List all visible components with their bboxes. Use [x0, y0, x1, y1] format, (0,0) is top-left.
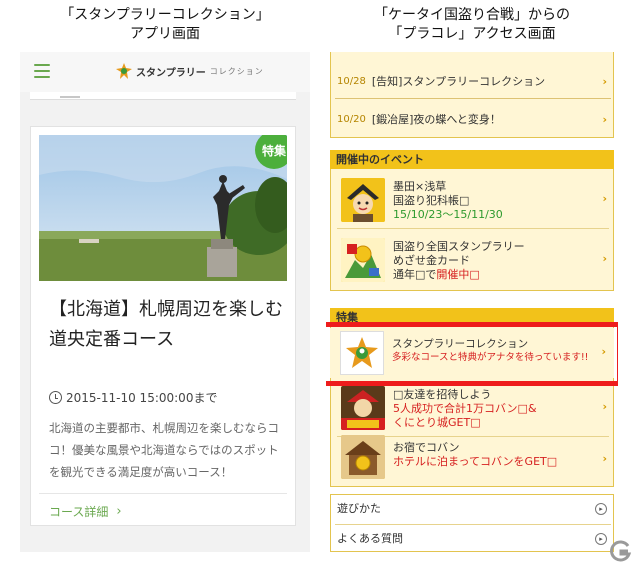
- feature-title: お宿でコバン: [393, 441, 460, 454]
- course-deadline: 2015-11-10 15:00:00まで: [49, 389, 217, 406]
- event-text: 国盗り全国スタンプラリー めざせ金カード 通年□で開催中□: [393, 240, 525, 282]
- news-list: 10/28 [告知]スタンプラリーコレクション › 10/20 [鍛冶屋]夜の蝶…: [330, 52, 614, 138]
- chevron-right-icon: ›: [602, 192, 607, 205]
- chevron-right-icon: ›: [602, 400, 607, 413]
- event-period: 通年□で開催中□: [393, 268, 525, 282]
- feature-subtitle: 多彩なコースと特典がアナタを待っています!!: [392, 352, 589, 363]
- chevron-right-icon: ›: [602, 74, 607, 88]
- feature-thumbnail: [341, 386, 385, 430]
- site-watermark-icon: [610, 540, 632, 562]
- stamp-logo-icon: [346, 337, 378, 368]
- menu-item-label: よくある質問: [337, 532, 403, 545]
- course-photo: 特集: [39, 135, 287, 281]
- feature-text: □友達を招待しよう 5人成功で合計1万コバン□& くにとり城GET□: [393, 388, 537, 430]
- feature-item-invite-friends[interactable]: □友達を招待しよう 5人成功で合計1万コバン□& くにとり城GET□ ›: [337, 379, 609, 437]
- right-caption-line2: 「プラコレ」アクセス画面: [388, 26, 556, 42]
- chevron-right-icon: ›: [602, 112, 607, 126]
- feature-subtitle: ホテルに泊まってコバンをGET□: [393, 455, 558, 468]
- feature-item-stamp-collection[interactable]: スタンプラリーコレクション 多彩なコースと特典がアナタを待っています!! ›: [330, 328, 614, 378]
- clock-icon: [49, 391, 62, 404]
- feature-item-hotel-koban[interactable]: お宿でコバン ホテルに泊まってコバンをGET□ ›: [337, 431, 609, 483]
- left-caption-line2: アプリ画面: [130, 26, 200, 42]
- event-status: 開催中□: [436, 268, 480, 281]
- news-title: [告知]スタンプラリーコレクション: [371, 75, 546, 88]
- course-card[interactable]: 特集 【北海道】札幌周辺を楽しむ道央定番コース 2015-11-10 15:00…: [30, 126, 296, 526]
- event-period: 15/10/23〜15/11/30: [393, 208, 503, 221]
- help-menu: 遊びかた ▸ よくある質問 ▸: [330, 494, 614, 552]
- brand-main-text: スタンプラリー: [136, 67, 206, 79]
- stamp-collection-logo: [340, 331, 384, 375]
- event-item-sumida[interactable]: 墨田×浅草 国盗り犯科帳□ 15/10/23〜15/11/30 ›: [337, 171, 609, 229]
- event-item-stamp-rally[interactable]: 国盗り全国スタンプラリー めざせ金カード 通年□で開催中□ ›: [337, 231, 609, 289]
- feature-section-header: 特集: [330, 308, 614, 327]
- statue-landscape-image: [39, 135, 287, 281]
- left-caption: 「スタンプラリーコレクション」 アプリ画面: [20, 6, 310, 44]
- stamp-logo-icon: [116, 63, 132, 79]
- feature-subtitle-2: くにとり城GET□: [393, 416, 481, 429]
- news-item[interactable]: 10/20 [鍛冶屋]夜の蝶へと変身！ ›: [337, 102, 607, 136]
- kunitori-app-screen: 10/28 [告知]スタンプラリーコレクション › 10/20 [鍛冶屋]夜の蝶…: [326, 52, 618, 552]
- right-caption-line1: 「ケータイ国盗り合戦」からの: [374, 7, 570, 23]
- event-thumbnail: [341, 178, 385, 222]
- chevron-right-icon: ›: [601, 345, 606, 358]
- feature-subtitle: 5人成功で合計1万コバン□&: [393, 402, 537, 415]
- previous-card-edge: [30, 92, 296, 100]
- event-thumbnail: [341, 238, 385, 282]
- app-brand: スタンプラリー コレクション: [116, 63, 264, 79]
- course-description: 北海道の主要都市、札幌周辺を楽しむならココ！優美な風景や北海道ならではのスポット…: [49, 421, 279, 479]
- hamburger-menu-icon[interactable]: [34, 64, 50, 78]
- feature-title: □友達を招待しよう: [393, 388, 492, 401]
- course-detail-link[interactable]: コース詳細 ›: [49, 503, 122, 520]
- chevron-right-icon: ›: [116, 504, 122, 519]
- event-subtitle: めざせ金カード: [393, 254, 470, 267]
- news-date: 10/28: [337, 75, 366, 87]
- events-list: 墨田×浅草 国盗り犯科帳□ 15/10/23〜15/11/30 › 国盗り全国ス…: [330, 169, 614, 291]
- menu-item-faq[interactable]: よくある質問 ▸: [337, 525, 609, 552]
- stamp-rally-app-screen: スタンプラリー コレクション 特集 【北海道】札幌周辺を楽しむ道央定番コース 2…: [20, 52, 310, 552]
- chevron-right-icon: ›: [602, 252, 607, 265]
- course-deadline-text: 2015-11-10 15:00:00まで: [66, 391, 218, 405]
- news-date: 10/20: [337, 113, 366, 125]
- feature-thumbnail: [341, 435, 385, 479]
- card-divider: [39, 493, 287, 494]
- menu-item-how-to-play[interactable]: 遊びかた ▸: [337, 495, 609, 523]
- event-title: 国盗り全国スタンプラリー: [393, 240, 525, 253]
- menu-item-label: 遊びかた: [337, 502, 381, 515]
- feature-text: スタンプラリーコレクション 多彩なコースと特典がアナタを待っています!!: [392, 337, 588, 365]
- left-caption-line1: 「スタンプラリーコレクション」: [60, 7, 270, 23]
- events-section-header: 開催中のイベント: [330, 150, 614, 169]
- right-caption: 「ケータイ国盗り合戦」からの 「プラコレ」アクセス画面: [326, 6, 618, 44]
- app-header: スタンプラリー コレクション: [20, 52, 310, 92]
- course-title[interactable]: 【北海道】札幌周辺を楽しむ道央定番コース: [49, 295, 289, 355]
- feature-title: スタンプラリーコレクション: [392, 338, 529, 350]
- feature-text: お宿でコバン ホテルに泊まってコバンをGET□: [393, 441, 557, 469]
- event-period-text: 通年□で: [393, 268, 437, 281]
- play-circle-icon: ▸: [595, 533, 607, 545]
- news-title: [鍛冶屋]夜の蝶へと変身！: [371, 113, 501, 126]
- play-circle-icon: ▸: [595, 503, 607, 515]
- chevron-right-icon: ›: [602, 452, 607, 465]
- event-text: 墨田×浅草 国盗り犯科帳□ 15/10/23〜15/11/30: [393, 180, 503, 222]
- brand-sub-text: コレクション: [209, 66, 264, 76]
- news-divider: [335, 98, 611, 99]
- event-subtitle: 国盗り犯科帳□: [393, 194, 470, 207]
- event-title: 墨田×浅草: [393, 180, 447, 193]
- news-item[interactable]: 10/28 [告知]スタンプラリーコレクション ›: [337, 64, 607, 98]
- course-detail-label: コース詳細: [49, 505, 109, 519]
